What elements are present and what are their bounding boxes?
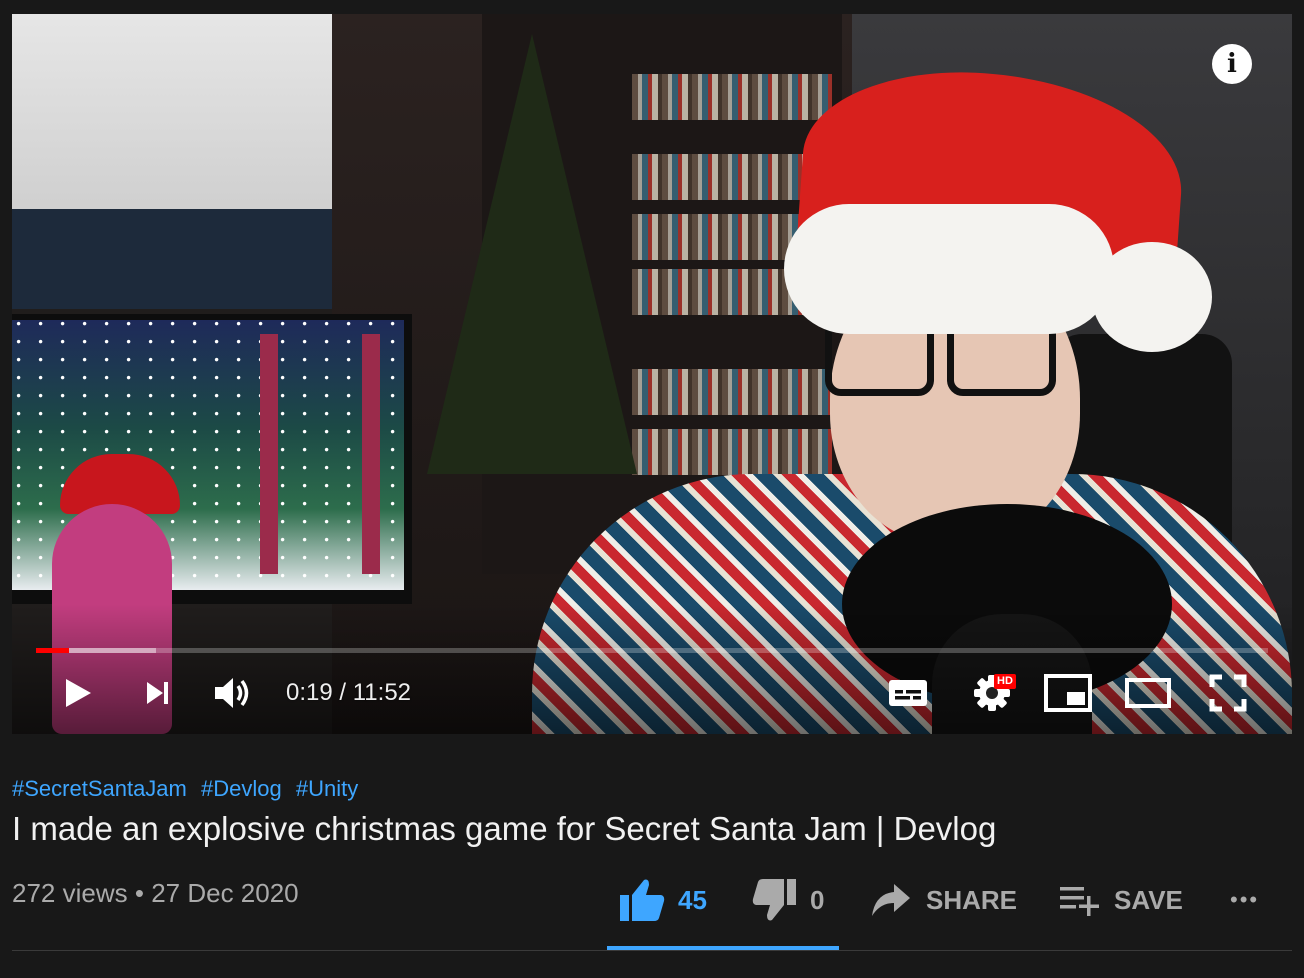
share-button[interactable]: SHARE — [870, 870, 1017, 930]
thumbs-up-icon — [620, 879, 665, 921]
video-frame-books — [632, 429, 832, 475]
settings-button[interactable]: HD — [964, 664, 1020, 722]
video-frame-books — [632, 369, 832, 415]
time-total: 11:52 — [352, 679, 412, 706]
section-divider — [12, 950, 1292, 951]
share-label: SHARE — [926, 884, 1018, 915]
video-frame-wall-dark — [12, 209, 342, 309]
hashtag-list: #SecretSantaJam #Devlog #Unity — [12, 776, 366, 802]
next-button[interactable] — [132, 664, 182, 722]
subtitles-button[interactable] — [884, 664, 932, 722]
action-bar: 45 0 SHARE SAVE ••• — [0, 870, 1304, 930]
video-frame-santa-hat-brim — [784, 204, 1114, 334]
time-separator: / — [332, 679, 353, 706]
volume-button[interactable] — [208, 664, 258, 722]
save-button[interactable]: SAVE — [1058, 870, 1183, 930]
miniplayer-icon — [1044, 674, 1092, 712]
like-count: 45 — [678, 884, 707, 915]
progress-bar[interactable] — [36, 648, 1268, 653]
dislike-count: 0 — [810, 884, 825, 915]
like-button[interactable]: 45 — [618, 870, 707, 930]
hd-badge: HD — [994, 674, 1016, 689]
video-title: I made an explosive christmas game for S… — [12, 810, 997, 847]
video-frame-santa-hat-pom — [1092, 242, 1212, 352]
more-actions-button[interactable]: ••• — [1230, 870, 1259, 930]
video-frame-game-pillar — [260, 334, 278, 574]
subtitles-icon — [889, 680, 927, 706]
player-controls: 0:19 / 11:52 HD — [12, 664, 1292, 722]
share-icon — [872, 884, 910, 916]
fullscreen-icon — [1209, 674, 1247, 712]
info-icon[interactable]: i — [1212, 44, 1252, 84]
time-display: 0:19 / 11:52 — [286, 664, 411, 722]
dislike-button[interactable]: 0 — [752, 870, 824, 930]
theater-icon — [1125, 678, 1171, 708]
youtube-watch-page: i 0:19 / 11:52 HD #SecretSantaJam #Devlo… — [0, 0, 1304, 978]
video-frame-wall — [12, 14, 342, 214]
miniplayer-button[interactable] — [1042, 664, 1094, 722]
play-button[interactable] — [52, 664, 102, 722]
time-current: 0:19 — [286, 679, 333, 706]
video-frame-christmas-tree — [427, 34, 637, 474]
hashtag-link[interactable]: #SecretSantaJam — [12, 776, 187, 801]
play-icon — [66, 679, 91, 707]
video-frame-books — [632, 74, 832, 120]
volume-icon — [215, 678, 249, 708]
save-label: SAVE — [1114, 884, 1183, 915]
theater-button[interactable] — [1122, 664, 1174, 722]
more-icon: ••• — [1230, 887, 1260, 912]
fullscreen-button[interactable] — [1202, 664, 1254, 722]
next-icon — [147, 682, 168, 704]
thumbs-down-icon — [752, 879, 796, 921]
progress-played — [36, 648, 70, 653]
playlist-add-icon — [1060, 887, 1099, 916]
video-player[interactable]: i 0:19 / 11:52 HD — [12, 14, 1292, 734]
hashtag-link[interactable]: #Devlog — [201, 776, 282, 801]
hashtag-link[interactable]: #Unity — [296, 776, 358, 801]
video-frame-game-pillar — [362, 334, 380, 574]
